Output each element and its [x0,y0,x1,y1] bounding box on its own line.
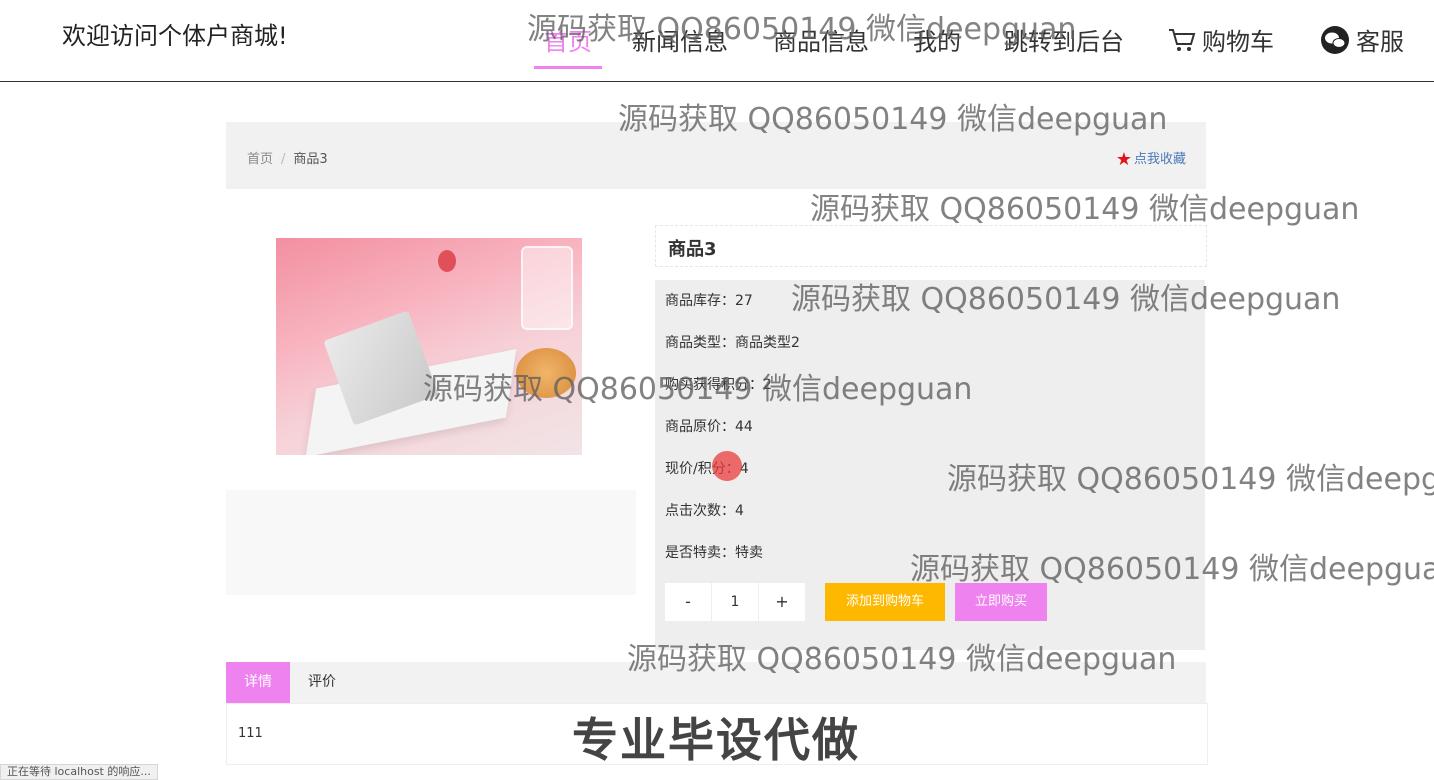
product-title-box: 商品3 [655,225,1207,267]
breadcrumb-current: 商品3 [293,152,328,167]
main-nav: 首页 新闻信息 商品信息 我的 跳转到后台 购物车 客服 [0,22,1434,69]
watermark-text: 源码获取 QQ86050149 微信deepguan [810,192,1360,227]
nav-cart[interactable]: 购物车 [1168,22,1274,59]
info-type: 商品类型：商品类型2 [665,335,800,351]
quantity-plus-button[interactable]: + [759,583,805,621]
top-header: 欢迎访问个体户商城! 首页 新闻信息 商品信息 我的 跳转到后台 购物车 客服 [0,0,1434,82]
nav-cart-label: 购物车 [1202,28,1274,56]
image-strawberry [438,250,456,272]
watermark-banner: 专业毕设代做 [571,712,860,768]
image-glass [521,246,573,330]
nav-service[interactable]: 客服 [1320,22,1404,61]
info-stock: 商品库存：27 [665,293,753,309]
breadcrumb-separator: / [281,152,286,167]
cart-icon [1168,27,1196,59]
favorite-button[interactable]: ★ 点我收藏 [1116,148,1186,170]
nav-service-label: 客服 [1356,28,1404,56]
star-icon: ★ [1115,149,1132,170]
product-title: 商品3 [668,239,717,260]
quantity-input[interactable]: 1 [711,583,759,621]
nav-admin[interactable]: 跳转到后台 [1004,22,1124,57]
info-original-price: 商品原价：44 [665,419,753,435]
info-points: 购买获得积分：2 [665,377,772,393]
quantity-stepper: - 1 + [665,583,805,621]
breadcrumb-home[interactable]: 首页 [247,152,273,167]
breadcrumb: 首页 / 商品3 [247,148,328,167]
detail-text: 111 [238,726,263,741]
chat-icon [1320,25,1350,61]
image-snack [516,348,576,398]
breadcrumb-bar: 首页 / 商品3 ★ 点我收藏 [226,122,1206,189]
add-to-cart-button[interactable]: 添加到购物车 [825,583,945,621]
product-image [276,238,582,455]
nav-home[interactable]: 首页 [534,22,602,69]
detail-tabs: 详情 评价 [226,662,1206,703]
info-clicks: 点击次数：4 [665,503,744,519]
nav-products[interactable]: 商品信息 [773,22,869,57]
mouse-cursor-highlight [712,451,742,481]
quantity-minus-button[interactable]: - [665,583,711,621]
buy-now-button[interactable]: 立即购买 [955,583,1047,621]
info-on-sale: 是否特卖：特卖 [665,545,763,561]
favorite-label: 点我收藏 [1133,152,1186,167]
nav-mine[interactable]: 我的 [913,22,961,57]
tab-details[interactable]: 详情 [226,662,290,703]
tab-reviews[interactable]: 评价 [290,662,354,703]
nav-news[interactable]: 新闻信息 [632,22,728,57]
